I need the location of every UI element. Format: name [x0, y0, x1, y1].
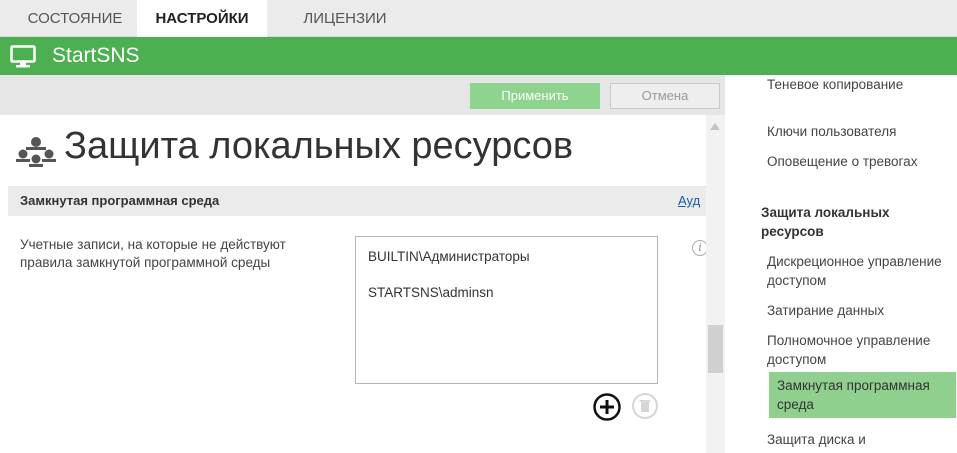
tab-status[interactable]: СОСТОЯНИЕ [16, 0, 134, 37]
section-header: Замкнутая программная среда Ауд [8, 186, 706, 216]
nav-item-closed-environment[interactable]: Замкнутая программная среда [769, 372, 956, 418]
accounts-listbox[interactable]: BUILTIN\Администраторы STARTSNS\adminsn [355, 236, 658, 384]
monitor-icon [10, 45, 36, 68]
scroll-up-arrow-icon[interactable] [710, 123, 720, 130]
nav-item-alerts[interactable]: Оповещение о тревогах [767, 152, 955, 171]
list-item[interactable]: STARTSNS\adminsn [368, 285, 494, 300]
nav-group-local-resources[interactable]: Защита локальных ресурсов [761, 203, 949, 241]
tab-settings[interactable]: НАСТРОЙКИ [137, 0, 267, 38]
nav-item-shadow-copy[interactable]: Теневое копирование [767, 75, 955, 94]
nav-item-discretionary[interactable]: Дискреционное управление доступом [767, 252, 955, 290]
app-header: StartSNS [0, 37, 957, 75]
nav-item-data-wipe[interactable]: Затирание данных [767, 301, 955, 320]
apply-button[interactable]: Применить [470, 83, 600, 109]
top-tabs: СОСТОЯНИЕ НАСТРОЙКИ ЛИЦЕНЗИИ [0, 0, 957, 38]
nav-item-mandatory[interactable]: Полномочное управление доступом [767, 331, 955, 369]
right-navigation: Теневое копирование Ключи пользователя О… [725, 75, 957, 453]
vertical-scrollbar[interactable] [706, 115, 725, 453]
trash-icon[interactable] [631, 392, 659, 420]
tab-licenses[interactable]: ЛИЦЕНЗИИ [290, 0, 400, 37]
cancel-button[interactable]: Отмена [610, 83, 720, 109]
accounts-label: Учетные записи, на которые не действуют … [20, 237, 286, 270]
info-icon[interactable]: i [692, 240, 706, 256]
toolbar: Применить Отмена [0, 75, 725, 115]
scroll-thumb[interactable] [708, 325, 723, 373]
resources-icon [16, 137, 56, 167]
add-icon[interactable] [592, 392, 622, 422]
nav-item-disk-protection[interactable]: Защита диска и [767, 430, 955, 449]
page-title: Защита локальных ресурсов [64, 125, 574, 167]
list-item[interactable]: BUILTIN\Администраторы [368, 249, 530, 264]
app-title: StartSNS [52, 44, 140, 67]
audit-link[interactable]: Ауд [678, 186, 700, 216]
nav-item-user-keys[interactable]: Ключи пользователя [767, 122, 955, 141]
section-title: Замкнутая программная среда [20, 193, 220, 208]
main-content: Защита локальных ресурсов Замкнутая прог… [0, 115, 706, 453]
